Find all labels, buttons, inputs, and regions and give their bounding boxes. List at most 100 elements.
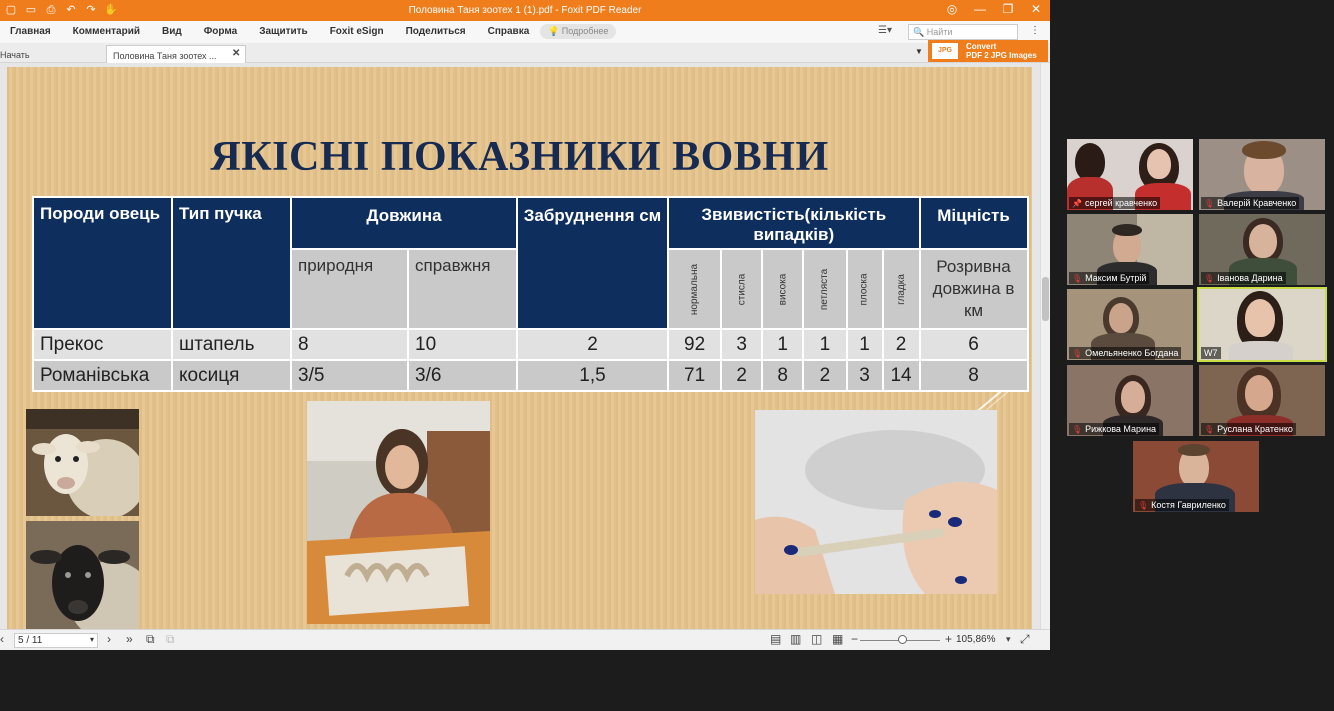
participant-tile-active-speaker[interactable]: W7 [1197,287,1327,362]
fullscreen-icon[interactable]: ⤢ [1020,632,1030,647]
wool-quality-table: Породи овець Тип пучка Довжина Забруднен… [32,196,1029,392]
continuous-facing-view-icon[interactable]: ▦ [832,632,843,646]
tab-close-icon[interactable]: ✕ [232,48,240,59]
participant-tile[interactable]: 🎙 Максим Бутрій [1067,214,1193,285]
cell-strength: 8 [918,359,1029,392]
participant-name: W7 [1201,347,1221,359]
participant-tile[interactable]: 🎙 Костя Гавриленко [1133,441,1259,512]
subheader-plain: плоска [845,248,884,330]
muted-mic-icon: 🎙 [1204,274,1215,283]
menu-esign[interactable]: Foxit eSign [330,26,384,37]
zoom-dropdown-icon[interactable]: ▾ [1006,634,1011,645]
tab-bar: Начать Половина Таня зоотех ... ✕ [0,43,1050,63]
last-page-icon[interactable]: » [126,632,133,646]
participant-tile[interactable]: 🎙 Руслана Кратенко [1199,365,1325,436]
continuous-view-icon[interactable]: ▥ [790,632,801,646]
participant-tile[interactable]: 📌 сергей кравченко [1067,139,1193,210]
participant-face [1245,375,1273,411]
subheader-strength: Розривна довжина в км [918,248,1029,330]
single-page-view-icon[interactable]: ▤ [770,632,781,646]
page-number-input[interactable]: 5 / 11 ▾ [14,633,98,648]
ribbon-menu: Главная Комментарий Вид Форма Защитить F… [0,21,1050,43]
student-illustration [307,401,490,624]
cell-plain: 1 [845,328,884,361]
participant-name: 📌 сергей кравченко [1069,197,1161,209]
participant-name-text: сергей кравченко [1084,198,1158,208]
title-bar: ▢ ▭ ⎙ ↶ ↷ ✋ Половина Таня зоотех 1 (1).p… [0,0,1050,21]
more-options-icon[interactable]: ⋮ [1030,25,1040,36]
facing-view-icon[interactable]: ◫ [811,632,822,646]
window-controls: ◎ — ❐ ✕ [944,2,1044,16]
dropdown-arrow-icon[interactable]: ▼ [915,47,923,56]
header-length: Довжина [290,196,518,250]
convert-ad-button[interactable]: JPG Convert PDF 2 JPG Images [928,40,1048,62]
cell-plain: 3 [845,359,884,392]
participant-name-text: Валерій Кравченко [1217,198,1297,208]
zoom-in-icon[interactable]: + [945,632,952,646]
menu-comment[interactable]: Комментарий [73,26,140,37]
cell-natural: 3/5 [290,359,409,392]
cell-smooth: 2 [881,328,921,361]
cell-type: штапель [171,328,292,361]
page-dropdown-icon[interactable]: ▾ [90,635,94,644]
subheader-high: висока [761,248,805,330]
participant-hair [1075,143,1105,181]
menu-protect[interactable]: Защитить [259,26,308,37]
table-row: Прекос штапель 8 10 2 92 3 1 1 1 2 6 [32,328,1029,361]
header-crimp: Звивистість(кількість випадків) [667,196,921,250]
convert-line1: Convert [966,42,997,51]
convert-line2: PDF 2 JPG Images [966,51,1037,60]
minimize-button[interactable]: — [972,2,988,16]
subheader-loop: петляста [802,248,848,330]
restore-button[interactable]: ❐ [1000,2,1016,16]
scrollbar-thumb[interactable] [1042,277,1049,321]
cell-normal: 92 [666,328,723,361]
subheader-normal-label: нормальна [689,263,701,315]
header-strength: Міцність [918,196,1029,250]
paste-page-icon[interactable]: ⧉ [166,632,175,647]
cell-strength: 6 [918,328,1029,361]
menu-share[interactable]: Поделиться [406,26,466,37]
menu-form[interactable]: Форма [204,26,237,37]
account-icon[interactable]: ◎ [944,2,960,16]
participant-tile[interactable]: 🎙 Рижкова Марина [1067,365,1193,436]
next-page-icon[interactable]: › [107,632,111,646]
menu-home[interactable]: Главная [10,26,51,37]
sheep-illustration [26,521,139,629]
muted-mic-icon: 🎙 [1072,425,1083,434]
jpg-icon: JPG [932,43,958,59]
copy-page-icon[interactable]: ⧉ [146,632,155,647]
participant-tile[interactable]: 🎙 Валерій Кравченко [1199,139,1325,210]
participant-name: 🎙 Валерій Кравченко [1201,197,1300,209]
student-working-photo [307,401,490,624]
participant-tile[interactable]: 🎙 Іванова Дарина [1199,214,1325,285]
menu-help[interactable]: Справка [488,26,530,37]
cell-contam: 1,5 [516,359,669,392]
view-options-icon[interactable]: ☰▾ [878,25,892,36]
close-button[interactable]: ✕ [1028,2,1044,16]
participant-tile[interactable]: 🎙 Омельяненко Богдана [1067,289,1193,360]
subheader-flat-label: стисла [736,273,748,305]
cell-normal: 71 [666,359,723,392]
zoom-slider-thumb[interactable] [898,635,907,644]
page-number: 5 / 11 [18,635,43,646]
subheader-smooth-label: гладка [895,273,907,305]
participant-face [1245,299,1275,337]
participant-hair [1178,444,1210,456]
menu-view[interactable]: Вид [162,26,182,37]
tab-document[interactable]: Половина Таня зоотех ... [106,45,246,63]
participant-hair [1112,224,1142,236]
zoom-level[interactable]: 105,86% [956,634,995,645]
slide-title: ЯКІСНІ ПОКАЗНИКИ ВОВНИ [210,134,829,180]
vertical-scrollbar[interactable] [1040,63,1050,629]
participant-name: 🎙 Іванова Дарина [1201,272,1286,284]
search-input[interactable]: 🔍 Найти [908,24,1018,40]
zoom-out-icon[interactable]: − [851,632,858,646]
document-view[interactable]: ЯКІСНІ ПОКАЗНИКИ ВОВНИ Породи овець Тип … [0,63,1040,629]
tell-me-button[interactable]: 💡 Подробнее [540,24,617,39]
tab-start[interactable]: Начать [0,50,30,60]
sheep-photo-black [26,521,139,629]
prev-page-icon[interactable]: ‹ [0,632,4,646]
muted-mic-icon: 🎙 [1072,274,1083,283]
participant-name: 🎙 Руслана Кратенко [1201,423,1296,435]
